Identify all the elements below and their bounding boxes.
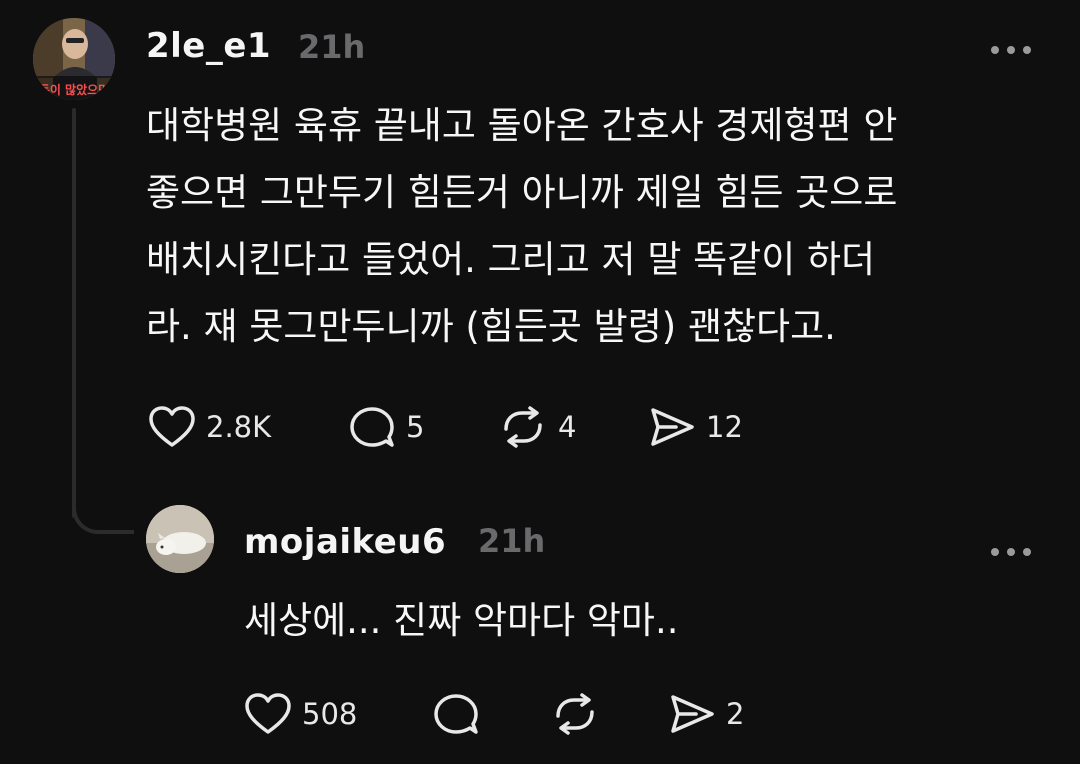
repost-icon [556,693,594,735]
post-line: 좋으면 그만두기 힘든거 아니까 제일 힘든 곳으로 [146,171,898,214]
send-icon [651,408,694,446]
share-button[interactable]: 12 [648,405,743,449]
post-line: 배치시킨다고 들었어. 그리고 저 말 똑같이 하더 [146,238,876,281]
reply-more-button[interactable] [990,534,1032,564]
repost-button[interactable]: 4 [498,405,576,449]
comment-bubble-icon [434,694,478,734]
more-icon [991,46,1031,54]
repost-count: 4 [558,410,577,444]
avatar-caption: 돈이 많았으면 [39,82,109,97]
comment-bubble-icon [350,407,394,447]
heart-icon [149,406,195,447]
post-avatar[interactable]: 돈이 많았으면 [33,18,115,100]
post-more-button[interactable] [990,32,1032,62]
reply-comment-button[interactable] [432,692,490,736]
reply-avatar[interactable] [146,505,214,573]
share-count: 12 [706,410,743,444]
like-count: 2.8K [206,410,272,444]
reply-like-button[interactable]: 508 [244,692,357,736]
post-username[interactable]: 2le_e1 [146,26,271,66]
reply-share-count: 2 [726,697,745,731]
like-button[interactable]: 2.8K [148,405,271,449]
avatar-image: 돈이 많았으면 [33,18,115,100]
more-icon [991,548,1031,556]
avatar-image [146,505,214,573]
thread-connector-curve [72,486,134,534]
send-icon [671,695,714,733]
reply-username[interactable]: mojaikeu6 [244,522,446,562]
heart-icon [245,693,291,734]
reply-like-count: 508 [302,697,358,731]
post-body: 대학병원 육휴 끝내고 돌아온 간호사 경제형편 안 좋으면 그만두기 힘든거 … [146,92,1046,360]
comment-button[interactable]: 5 [348,405,424,449]
reply-body: 세상에... 진짜 악마다 악마.. [244,599,679,642]
comment-count: 5 [406,410,425,444]
reply-time: 21h [478,522,546,560]
reply-share-button[interactable]: 2 [668,692,744,736]
post-time: 21h [298,28,366,66]
reply-repost-button[interactable] [550,692,610,736]
thread-connector [72,108,76,518]
post-line: 대학병원 육휴 끝내고 돌아온 간호사 경제형편 안 [146,104,898,147]
post-line: 라. 쟤 못그만두니까 (힘든곳 발령) 괜찮다고. [146,305,836,348]
repost-icon [504,406,542,448]
